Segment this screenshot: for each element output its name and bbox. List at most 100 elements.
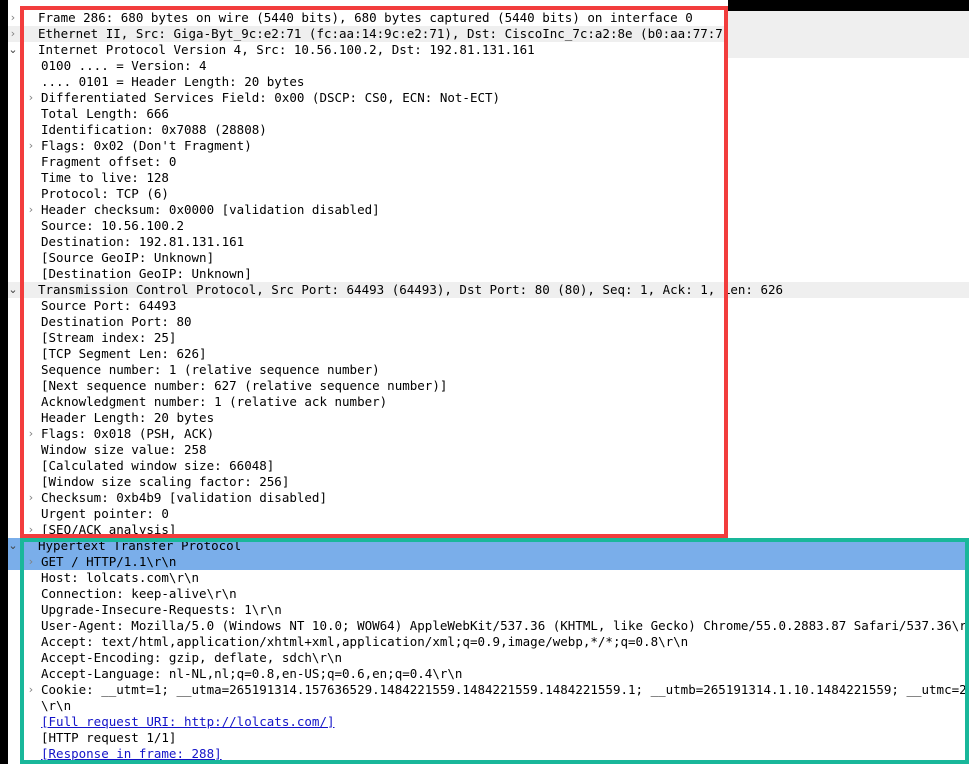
tree-row[interactable]: Time to live: 128 (0, 170, 969, 186)
chevron-right-icon[interactable]: › (24, 138, 38, 154)
tree-row-label: Connection: keep-alive\r\n (41, 586, 237, 601)
tree-row-label: Flags: 0x02 (Don't Fragment) (41, 138, 252, 153)
tree-row-link[interactable]: [Full request URI: http://lolcats.com/] (41, 714, 335, 730)
tree-row[interactable]: › Header checksum: 0x0000 [validation dis… (0, 202, 969, 218)
tree-row[interactable]: Upgrade-Insecure-Requests: 1\r\n (0, 602, 969, 618)
tree-row[interactable]: Destination: 192.81.131.161 (0, 234, 969, 250)
tree-row-label: Destination: 192.81.131.161 (41, 234, 245, 249)
chevron-right-icon[interactable]: › (24, 682, 38, 698)
tree-row-label: Time to live: 128 (41, 170, 169, 185)
tree-row[interactable]: [Destination GeoIP: Unknown] (0, 266, 969, 282)
tree-row[interactable]: Accept-Encoding: gzip, deflate, sdch\r\n (0, 650, 969, 666)
tree-row[interactable]: Header Length: 20 bytes (0, 410, 969, 426)
tree-row[interactable]: [Next sequence number: 627 (relative seq… (0, 378, 969, 394)
tree-row-label: Differentiated Services Field: 0x00 (DSC… (41, 90, 501, 105)
tree-row[interactable]: [Response in frame: 288] (0, 746, 969, 762)
tree-row-label: Flags: 0x018 (PSH, ACK) (41, 426, 215, 441)
tree-row-label: [Destination GeoIP: Unknown] (41, 266, 252, 281)
tree-row-label: Internet Protocol Version 4, Src: 10.56.… (38, 42, 535, 57)
tree-row-label: Urgent pointer: 0 (41, 506, 169, 521)
tree-row[interactable]: ⌄ Hypertext Transfer Protocol (0, 538, 969, 554)
tree-row-label: [Window size scaling factor: 256] (41, 474, 290, 489)
tree-row-label: Accept-Encoding: gzip, deflate, sdch\r\n (41, 650, 343, 665)
tree-row-label: Sequence number: 1 (relative sequence nu… (41, 362, 380, 377)
tree-row-label: Total Length: 666 (41, 106, 169, 121)
tree-row[interactable]: [Window size scaling factor: 256] (0, 474, 969, 490)
tree-row[interactable]: › Differentiated Services Field: 0x00 (DS… (0, 90, 969, 106)
tree-row[interactable]: › [SEQ/ACK analysis] (0, 522, 969, 538)
tree-row-label: \r\n (41, 698, 72, 713)
right-gray-band (728, 11, 969, 58)
tree-row-label: User-Agent: Mozilla/5.0 (Windows NT 10.0… (41, 618, 969, 633)
tree-row-label: [SEQ/ACK analysis] (41, 522, 177, 537)
tree-row[interactable]: Window size value: 258 (0, 442, 969, 458)
tree-row-label: [Stream index: 25] (41, 330, 177, 345)
tree-row[interactable]: [Calculated window size: 66048] (0, 458, 969, 474)
tree-row[interactable]: [Full request URI: http://lolcats.com/] (0, 714, 969, 730)
chevron-right-icon[interactable]: › (24, 522, 38, 538)
tree-row-label: Identification: 0x7088 (28808) (41, 122, 267, 137)
chevron-right-icon[interactable]: › (6, 10, 20, 26)
left-gutter (0, 0, 8, 764)
tree-row-label: [Source GeoIP: Unknown] (41, 250, 215, 265)
tree-row[interactable]: [Stream index: 25] (0, 330, 969, 346)
tree-row[interactable]: [Source GeoIP: Unknown] (0, 250, 969, 266)
tree-row[interactable]: Identification: 0x7088 (28808) (0, 122, 969, 138)
tree-row[interactable]: Accept: text/html,application/xhtml+xml,… (0, 634, 969, 650)
chevron-down-icon[interactable]: ⌄ (6, 538, 20, 554)
tree-row[interactable]: Source Port: 64493 (0, 298, 969, 314)
tree-row-label: Accept-Language: nl-NL,nl;q=0.8,en-US;q=… (41, 666, 463, 681)
tree-row[interactable]: Host: lolcats.com\r\n (0, 570, 969, 586)
tree-row-label: Acknowledgment number: 1 (relative ack n… (41, 394, 388, 409)
tree-row-label: Ethernet II, Src: Giga-Byt_9c:e2:71 (fc:… (38, 26, 784, 41)
tree-row[interactable]: ⌄ Transmission Control Protocol, Src Port… (0, 282, 969, 298)
chevron-right-icon[interactable]: › (24, 90, 38, 106)
tree-row[interactable]: › Cookie: __utmt=1; __utma=265191314.1576… (0, 682, 969, 698)
tree-row-label: .... 0101 = Header Length: 20 bytes (41, 74, 305, 89)
chevron-down-icon[interactable]: ⌄ (6, 42, 20, 58)
chevron-right-icon[interactable]: › (24, 490, 38, 506)
tree-row[interactable]: › Flags: 0x02 (Don't Fragment) (0, 138, 969, 154)
tree-row[interactable]: [TCP Segment Len: 626] (0, 346, 969, 362)
tree-row[interactable]: Source: 10.56.100.2 (0, 218, 969, 234)
tree-row-label: Destination Port: 80 (41, 314, 192, 329)
chevron-right-icon[interactable]: › (24, 426, 38, 442)
tree-row[interactable]: › Flags: 0x018 (PSH, ACK) (0, 426, 969, 442)
tree-row-label: Host: lolcats.com\r\n (41, 570, 200, 585)
protocol-tree[interactable]: › Frame 286: 680 bytes on wire (5440 bits… (0, 10, 969, 762)
tree-row[interactable]: Connection: keep-alive\r\n (0, 586, 969, 602)
tree-row-label: GET / HTTP/1.1\r\n (41, 554, 177, 569)
tree-row[interactable]: .... 0101 = Header Length: 20 bytes (0, 74, 969, 90)
tree-row-label: Checksum: 0xb4b9 [validation disabled] (41, 490, 327, 505)
tree-row-label: Transmission Control Protocol, Src Port:… (38, 282, 784, 297)
tree-row[interactable]: Accept-Language: nl-NL,nl;q=0.8,en-US;q=… (0, 666, 969, 682)
tree-row[interactable]: Destination Port: 80 (0, 314, 969, 330)
tree-row-label: [Next sequence number: 627 (relative seq… (41, 378, 448, 393)
tree-row-label: Fragment offset: 0 (41, 154, 177, 169)
chevron-right-icon[interactable]: › (24, 202, 38, 218)
tree-row[interactable]: Urgent pointer: 0 (0, 506, 969, 522)
tree-row[interactable]: Sequence number: 1 (relative sequence nu… (0, 362, 969, 378)
tree-row[interactable]: \r\n (0, 698, 969, 714)
tree-row-label: Hypertext Transfer Protocol (38, 538, 242, 553)
tree-row[interactable]: Total Length: 666 (0, 106, 969, 122)
tree-row-label: [Calculated window size: 66048] (41, 458, 275, 473)
tree-row[interactable]: › Checksum: 0xb4b9 [validation disabled] (0, 490, 969, 506)
tree-row[interactable]: Protocol: TCP (6) (0, 186, 969, 202)
tree-row[interactable]: [HTTP request 1/1] (0, 730, 969, 746)
tree-row[interactable]: 0100 .... = Version: 4 (0, 58, 969, 74)
tree-row[interactable]: User-Agent: Mozilla/5.0 (Windows NT 10.0… (0, 618, 969, 634)
tree-row-label: Frame 286: 680 bytes on wire (5440 bits)… (38, 10, 693, 25)
tree-row-label: Window size value: 258 (41, 442, 207, 457)
tree-row-label: Cookie: __utmt=1; __utma=265191314.15763… (41, 682, 969, 697)
tree-row-label: [TCP Segment Len: 626] (41, 346, 207, 361)
tree-row[interactable]: Fragment offset: 0 (0, 154, 969, 170)
tree-row-label: Source Port: 64493 (41, 298, 177, 313)
packet-details-pane: › Frame 286: 680 bytes on wire (5440 bits… (0, 0, 969, 764)
tree-row-link[interactable]: [Response in frame: 288] (41, 746, 222, 762)
tree-row[interactable]: Acknowledgment number: 1 (relative ack n… (0, 394, 969, 410)
chevron-right-icon[interactable]: › (6, 26, 20, 42)
chevron-down-icon[interactable]: ⌄ (6, 282, 20, 298)
tree-row[interactable]: › GET / HTTP/1.1\r\n (0, 554, 969, 570)
chevron-right-icon[interactable]: › (24, 554, 38, 570)
